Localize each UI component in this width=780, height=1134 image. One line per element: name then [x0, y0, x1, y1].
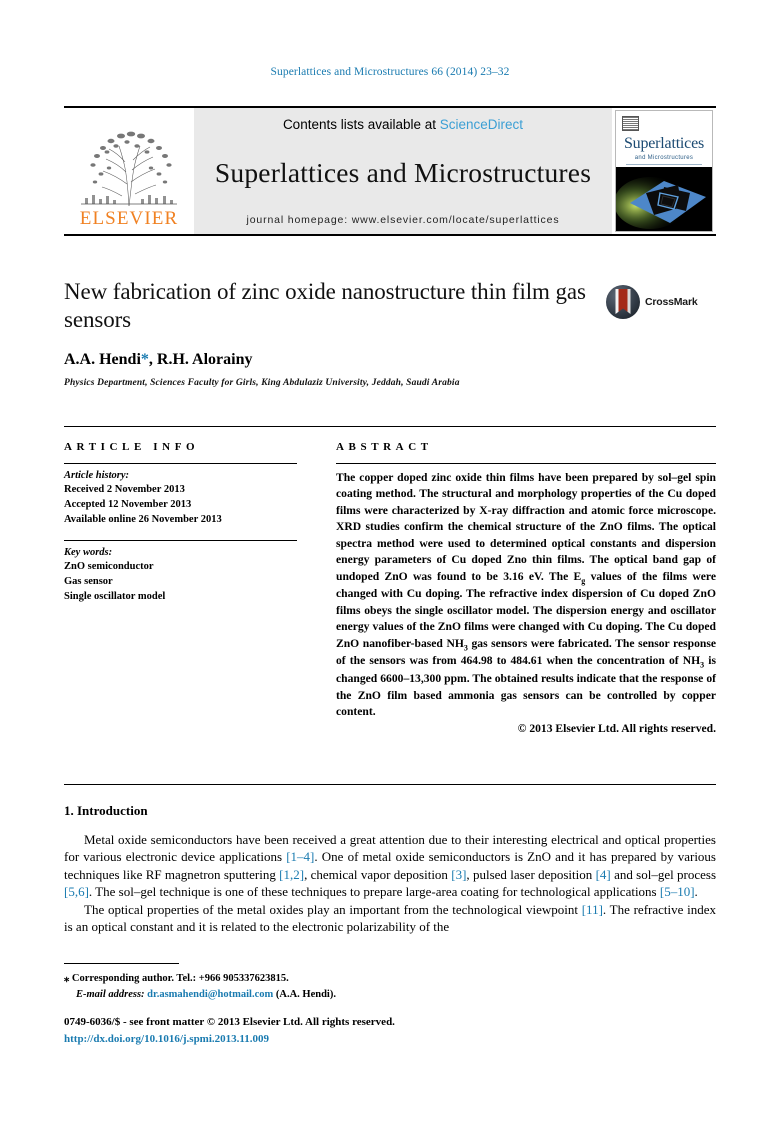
journal-masthead: ELSEVIER Contents lists available at Sci…	[64, 106, 716, 236]
author-affiliation: Physics Department, Sciences Faculty for…	[64, 378, 460, 389]
abstract-text: The copper doped zinc oxide thin films h…	[336, 470, 716, 720]
email-owner: (A.A. Hendi).	[273, 988, 336, 1000]
crossmark-logo[interactable]: CrossMark	[606, 282, 716, 322]
keyword-item: ZnO semiconductor	[64, 560, 154, 572]
keyword-item: Single oscillator model	[64, 591, 166, 603]
contents-available-line: Contents lists available at ScienceDirec…	[283, 117, 523, 132]
email-link[interactable]: dr.asmahendi@hotmail.com	[147, 989, 273, 1000]
footnote-corresponding-text: Corresponding author. Tel.: +966 9053376…	[69, 973, 289, 984]
keywords-label: Key words:	[64, 546, 113, 558]
paper-page: Superlattices and Microstructures 66 (20…	[0, 0, 780, 1134]
info-abstract-section: ARTICLE INFO Article history: Received 2…	[64, 426, 716, 735]
article-header: New fabrication of zinc oxide nanostruct…	[64, 278, 716, 388]
paragraph-1: Metal oxide semiconductors have been rec…	[64, 831, 716, 900]
article-info-rule-mid	[64, 539, 297, 541]
cover-artwork	[616, 167, 712, 231]
citation-1-4[interactable]: [1–4]	[286, 849, 314, 864]
citation-5-6[interactable]: [5,6]	[64, 884, 89, 899]
article-history-received: Received 2 November 2013	[64, 484, 185, 495]
abstract-seg-1: The copper doped zinc oxide thin films h…	[336, 471, 716, 583]
contents-box: Contents lists available at ScienceDirec…	[194, 108, 612, 234]
cover-divider	[626, 164, 702, 165]
doi-link[interactable]: http://dx.doi.org/10.1016/j.spmi.2013.11…	[64, 1031, 564, 1048]
citation-1-2[interactable]: [1,2]	[279, 867, 304, 882]
journal-homepage-line[interactable]: journal homepage: www.elsevier.com/locat…	[247, 214, 560, 226]
contents-prefix: Contents lists available at	[282, 117, 440, 132]
abstract-column: ABSTRACT The copper doped zinc oxide thi…	[336, 441, 716, 735]
journal-title: Superlattices and Microstructures	[214, 156, 592, 188]
p2-seg-a: The optical properties of the metal oxid…	[84, 902, 582, 918]
author-rest: , R.H. Alorainy	[148, 351, 253, 369]
footnote-rule	[64, 963, 179, 964]
corresponding-author-footnote: ⁎ Corresponding author. Tel.: +966 90533…	[64, 963, 464, 1003]
article-info-rule-top	[64, 463, 297, 464]
column-gap	[314, 441, 336, 735]
p1-seg-c: , chemical vapor deposition	[304, 866, 452, 882]
footnote-corresponding: ⁎ Corresponding author. Tel.: +966 90533…	[64, 971, 464, 987]
abstract-heading: ABSTRACT	[336, 441, 433, 453]
page-footer: 0749-6036/$ - see front matter © 2013 El…	[64, 1014, 564, 1047]
abstract-rule	[336, 463, 716, 464]
running-head: Superlattices and Microstructures 66 (20…	[270, 66, 510, 78]
citation-5-10[interactable]: [5–10]	[660, 884, 695, 899]
citation-11[interactable]: [11]	[582, 902, 603, 917]
article-info-column: ARTICLE INFO Article history: Received 2…	[64, 441, 314, 735]
elsevier-tree-icon	[75, 124, 183, 208]
p1-seg-e: and sol–gel process	[610, 866, 716, 882]
cover-title: Superlattices	[623, 135, 705, 152]
elsevier-logo: ELSEVIER	[64, 108, 194, 234]
citation-4[interactable]: [4]	[596, 867, 611, 882]
keyword-item: Gas sensor	[64, 575, 113, 587]
article-info-heading: ARTICLE INFO	[64, 441, 200, 453]
abstract-copyright: © 2013 Elsevier Ltd. All rights reserved…	[517, 722, 716, 736]
author-list: A.A. Hendi*, R.H. Alorainy	[64, 351, 716, 369]
journal-cover-block: Superlattices and Microstructures	[612, 108, 716, 234]
section-heading-introduction: 1. Introduction	[64, 803, 148, 818]
footnote-email: E-mail address: dr.asmahendi@hotmail.com…	[64, 987, 464, 1003]
email-label: E-mail address:	[76, 988, 145, 1000]
p1-seg-f: . The sol–gel technique is one of these …	[88, 883, 660, 899]
paragraph-2: The optical properties of the metal oxid…	[64, 901, 716, 936]
crossmark-icon	[606, 285, 640, 319]
author-first: A.A. Hendi	[64, 351, 141, 369]
p1-seg-g: .	[694, 883, 698, 899]
journal-cover-thumbnail: Superlattices and Microstructures	[615, 110, 713, 232]
corresponding-author-marker[interactable]: *	[141, 351, 149, 368]
p1-seg-d: , pulsed laser deposition	[466, 866, 596, 882]
issn-front-matter: 0749-6036/$ - see front matter © 2013 El…	[64, 1016, 395, 1028]
elsevier-wordmark: ELSEVIER	[79, 208, 179, 229]
article-history-online: Available online 26 November 2013	[64, 514, 222, 526]
cover-elsevier-icon	[622, 116, 639, 131]
body-section: 1. Introduction Metal oxide semiconducto…	[64, 784, 716, 936]
crossmark-label: CrossMark	[645, 296, 698, 308]
article-title: New fabrication of zinc oxide nanostruct…	[64, 279, 586, 333]
sciencedirect-link[interactable]: ScienceDirect	[440, 117, 523, 132]
article-history-accepted: Accepted 12 November 2013	[64, 499, 192, 511]
article-history-label: Article history:	[64, 470, 130, 481]
citation-3[interactable]: [3]	[451, 867, 466, 882]
cover-subtitle: and Microstructures	[634, 155, 694, 161]
